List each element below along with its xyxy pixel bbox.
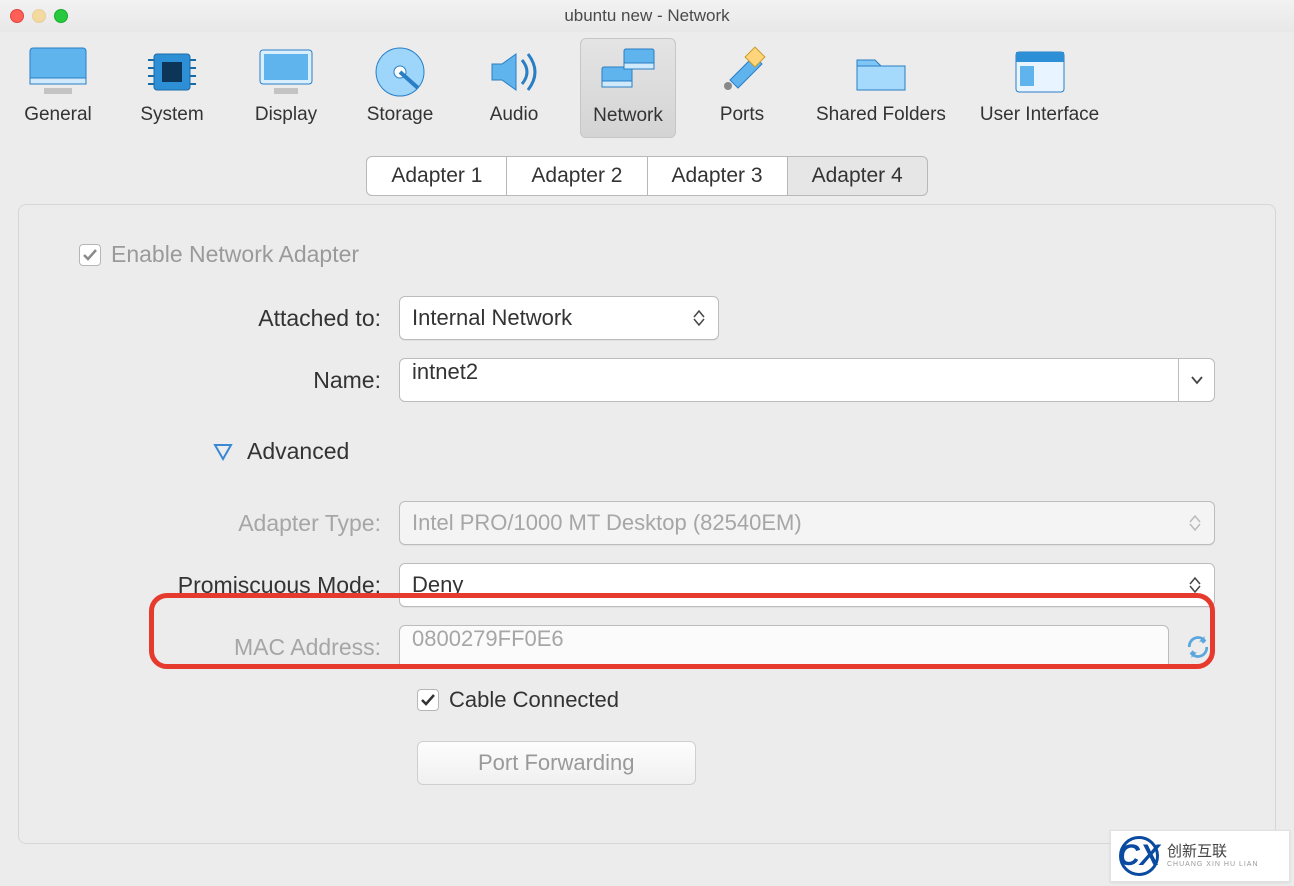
category-system[interactable]: System bbox=[124, 38, 220, 138]
mac-address-row: MAC Address: 0800279FF0E6 bbox=[59, 625, 1215, 669]
watermark-text: 创新互联 CHUANG XIN HU LIAN bbox=[1167, 844, 1259, 868]
window-title: ubuntu new - Network bbox=[0, 6, 1294, 26]
tab-adapter-4[interactable]: Adapter 4 bbox=[788, 156, 928, 196]
mac-address-value: 0800279FF0E6 bbox=[412, 626, 564, 651]
advanced-toggle[interactable]: Advanced bbox=[213, 438, 1215, 465]
tab-adapter-2[interactable]: Adapter 2 bbox=[507, 156, 647, 196]
port-forwarding-button[interactable]: Port Forwarding bbox=[417, 741, 696, 785]
monitor-icon bbox=[26, 44, 90, 100]
category-audio[interactable]: Audio bbox=[466, 38, 562, 138]
settings-window: ubuntu new - Network General System Disp… bbox=[0, 0, 1294, 886]
name-input[interactable]: intnet2 bbox=[399, 358, 1179, 402]
folder-icon bbox=[849, 44, 913, 100]
category-label: Shared Folders bbox=[816, 104, 946, 126]
watermark-sub: CHUANG XIN HU LIAN bbox=[1167, 861, 1259, 868]
mac-address-label: MAC Address: bbox=[59, 634, 399, 661]
refresh-icon bbox=[1185, 634, 1211, 660]
attached-to-select[interactable]: Internal Network bbox=[399, 296, 719, 340]
enable-adapter-row: Enable Network Adapter bbox=[79, 241, 1215, 268]
promiscuous-label: Promiscuous Mode: bbox=[59, 572, 399, 599]
adapter-tabs: Adapter 1 Adapter 2 Adapter 3 Adapter 4 bbox=[0, 156, 1294, 196]
enable-adapter-checkbox[interactable] bbox=[79, 244, 101, 266]
name-dropdown-button[interactable] bbox=[1179, 358, 1215, 402]
category-display[interactable]: Display bbox=[238, 38, 334, 138]
promiscuous-select[interactable]: Deny bbox=[399, 563, 1215, 607]
adapter-type-select: Intel PRO/1000 MT Desktop (82540EM) bbox=[399, 501, 1215, 545]
disclosure-triangle-icon bbox=[213, 443, 233, 461]
category-general[interactable]: General bbox=[10, 38, 106, 138]
attached-to-label: Attached to: bbox=[59, 305, 399, 332]
category-user-interface[interactable]: User Interface bbox=[972, 38, 1107, 138]
updown-icon bbox=[1186, 515, 1204, 531]
port-forwarding-row: Port Forwarding bbox=[417, 741, 1215, 785]
enable-adapter-label: Enable Network Adapter bbox=[111, 241, 359, 268]
cable-connected-checkbox[interactable] bbox=[417, 689, 439, 711]
name-label: Name: bbox=[59, 367, 399, 394]
mac-address-input[interactable]: 0800279FF0E6 bbox=[399, 625, 1169, 669]
adapter-type-label: Adapter Type: bbox=[59, 510, 399, 537]
category-label: User Interface bbox=[980, 104, 1099, 126]
watermark: CX 创新互联 CHUANG XIN HU LIAN bbox=[1110, 830, 1290, 882]
adapter-panel: Enable Network Adapter Attached to: Inte… bbox=[18, 204, 1276, 844]
titlebar: ubuntu new - Network bbox=[0, 0, 1294, 32]
ports-icon bbox=[710, 44, 774, 100]
tab-adapter-1[interactable]: Adapter 1 bbox=[366, 156, 507, 196]
category-toolbar: General System Display Storage Audio bbox=[0, 32, 1294, 138]
network-icon bbox=[596, 45, 660, 101]
speaker-icon bbox=[482, 44, 546, 100]
category-storage[interactable]: Storage bbox=[352, 38, 448, 138]
category-label: Network bbox=[593, 105, 663, 127]
attached-to-value: Internal Network bbox=[412, 305, 572, 331]
chevron-down-icon bbox=[1190, 375, 1204, 385]
cable-connected-label: Cable Connected bbox=[449, 687, 619, 713]
attached-to-row: Attached to: Internal Network bbox=[59, 296, 1215, 340]
category-label: Audio bbox=[490, 104, 539, 126]
category-label: General bbox=[24, 104, 92, 126]
promiscuous-row: Promiscuous Mode: Deny bbox=[59, 563, 1215, 607]
category-shared-folders[interactable]: Shared Folders bbox=[808, 38, 954, 138]
category-label: Display bbox=[255, 104, 317, 126]
category-label: Ports bbox=[720, 104, 764, 126]
category-ports[interactable]: Ports bbox=[694, 38, 790, 138]
ui-icon bbox=[1008, 44, 1072, 100]
advanced-label: Advanced bbox=[247, 438, 349, 465]
cable-connected-row: Cable Connected bbox=[417, 687, 1215, 713]
display-icon bbox=[254, 44, 318, 100]
watermark-title: 创新互联 bbox=[1167, 844, 1259, 861]
chip-icon bbox=[140, 44, 204, 100]
mac-refresh-button[interactable] bbox=[1181, 630, 1215, 664]
name-value: intnet2 bbox=[412, 359, 478, 384]
adapter-type-value: Intel PRO/1000 MT Desktop (82540EM) bbox=[412, 510, 802, 536]
watermark-logo: CX bbox=[1119, 836, 1159, 876]
category-network[interactable]: Network bbox=[580, 38, 676, 138]
tab-adapter-3[interactable]: Adapter 3 bbox=[648, 156, 788, 196]
name-row: Name: intnet2 bbox=[59, 358, 1215, 402]
category-label: Storage bbox=[367, 104, 434, 126]
updown-icon bbox=[1186, 577, 1204, 593]
updown-icon bbox=[690, 310, 708, 326]
disk-icon bbox=[368, 44, 432, 100]
adapter-type-row: Adapter Type: Intel PRO/1000 MT Desktop … bbox=[59, 501, 1215, 545]
category-label: System bbox=[140, 104, 203, 126]
promiscuous-value: Deny bbox=[412, 572, 463, 598]
